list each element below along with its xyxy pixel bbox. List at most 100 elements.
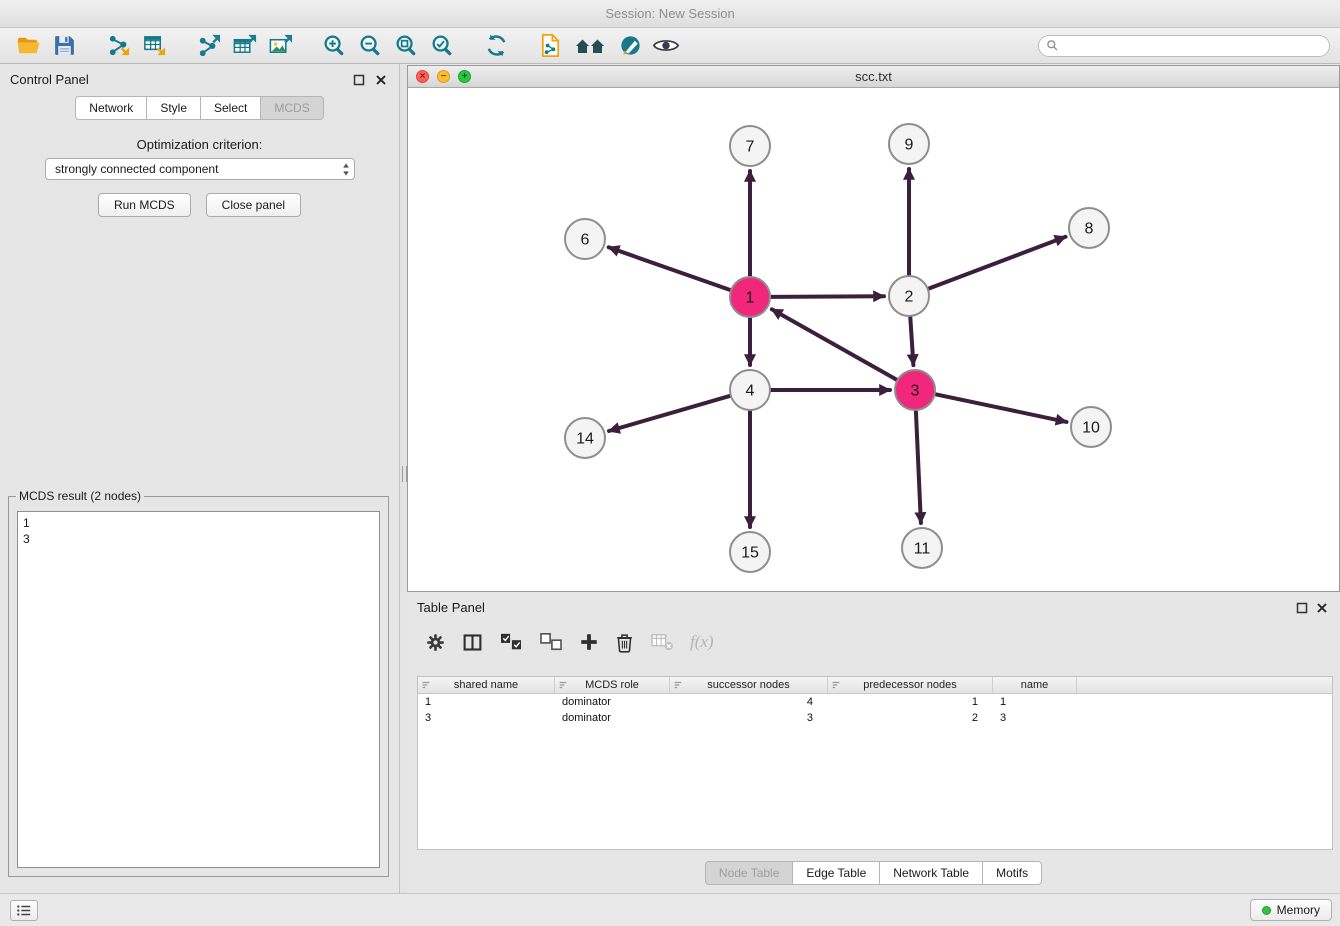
cell-name[interactable]: 1: [993, 694, 1077, 710]
mcds-result-list[interactable]: 1 3: [17, 511, 380, 868]
status-bar: Memory: [0, 893, 1340, 926]
tab-style[interactable]: Style: [147, 96, 201, 120]
first-neighbors-icon[interactable]: [568, 31, 612, 61]
graph-edge-3-11[interactable]: [916, 411, 921, 523]
network-graph[interactable]: 7968124314101511: [408, 88, 1339, 591]
open-file-icon[interactable]: [10, 31, 46, 61]
zoom-fit-icon[interactable]: [388, 31, 424, 61]
window-close-icon[interactable]: ×: [416, 70, 429, 83]
window-minimize-icon[interactable]: −: [437, 70, 450, 83]
apply-style-icon[interactable]: [612, 31, 648, 61]
export-table-icon[interactable]: [226, 31, 262, 61]
graph-node-label: 6: [581, 232, 590, 249]
graph-edge-2-3[interactable]: [910, 317, 913, 365]
add-column-icon[interactable]: [579, 632, 599, 652]
graph-node-label: 1: [746, 290, 755, 307]
graph-node-label: 7: [746, 139, 755, 156]
close-panel-button[interactable]: Close panel: [206, 193, 301, 217]
mcds-result-item[interactable]: 3: [23, 531, 374, 547]
select-all-rows-icon[interactable]: [499, 632, 523, 652]
cell-shared-name[interactable]: 3: [418, 710, 555, 726]
search-field[interactable]: [1038, 35, 1330, 57]
network-window-titlebar[interactable]: × − + scc.txt: [408, 66, 1339, 88]
column-header-shared-name[interactable]: shared name: [418, 677, 555, 693]
column-header-mcds-role[interactable]: MCDS role: [555, 677, 670, 693]
graph-edge-1-2[interactable]: [771, 296, 884, 297]
panel-splitter[interactable]: [400, 64, 407, 893]
cell-shared-name[interactable]: 1: [418, 694, 555, 710]
import-table-icon[interactable]: [136, 31, 172, 61]
graph-node-label: 15: [741, 545, 759, 562]
zoom-in-icon[interactable]: [316, 31, 352, 61]
column-visibility-icon[interactable]: [462, 632, 483, 653]
criterion-dropdown[interactable]: strongly connected component: [45, 158, 355, 180]
export-image-icon[interactable]: [262, 31, 298, 61]
control-panel-title: Control Panel: [10, 72, 89, 87]
mcds-result-item[interactable]: 1: [23, 515, 374, 531]
save-session-icon[interactable]: [46, 31, 82, 61]
graph-node-label: 14: [576, 431, 594, 448]
node-table: shared name MCDS role successor nodes pr…: [417, 676, 1333, 850]
memory-button[interactable]: Memory: [1250, 899, 1332, 921]
close-panel-icon[interactable]: [375, 73, 387, 85]
column-header-predecessor-nodes[interactable]: predecessor nodes: [828, 677, 993, 693]
tab-edge-table[interactable]: Edge Table: [793, 861, 880, 885]
float-table-panel-icon[interactable]: [1296, 601, 1308, 613]
optimization-criterion-label: Optimization criterion:: [0, 137, 399, 152]
tab-network-table[interactable]: Network Table: [880, 861, 983, 885]
network-window-title: scc.txt: [855, 69, 892, 84]
mcds-result-title: MCDS result (2 nodes): [16, 489, 144, 503]
table-settings-icon[interactable]: [425, 632, 446, 653]
graph-edge-3-1[interactable]: [772, 309, 897, 379]
cell-predecessor-nodes[interactable]: 2: [828, 710, 993, 726]
zoom-out-icon[interactable]: [352, 31, 388, 61]
graph-node-label: 8: [1085, 221, 1094, 238]
tab-mcds[interactable]: MCDS: [261, 96, 323, 120]
table-panel-tabs: Node Table Edge Table Network Table Moti…: [407, 861, 1340, 885]
export-network-icon[interactable]: [190, 31, 226, 61]
cell-name[interactable]: 3: [993, 710, 1077, 726]
graph-node-label: 10: [1082, 420, 1100, 437]
column-header-name[interactable]: name: [993, 677, 1077, 693]
delete-column-icon[interactable]: [615, 632, 634, 653]
tab-network[interactable]: Network: [75, 96, 147, 120]
sort-icon: [558, 680, 568, 693]
cell-mcds-role[interactable]: dominator: [555, 710, 670, 726]
tab-node-table[interactable]: Node Table: [705, 861, 794, 885]
close-table-panel-icon[interactable]: [1316, 601, 1328, 613]
graph-edge-4-14[interactable]: [609, 396, 730, 431]
zoom-selected-icon[interactable]: [424, 31, 460, 61]
graph-node-label: 2: [905, 289, 914, 306]
cell-mcds-role[interactable]: dominator: [555, 694, 670, 710]
graph-edge-1-6[interactable]: [609, 247, 731, 290]
window-zoom-icon[interactable]: +: [458, 70, 471, 83]
graph-edge-2-8[interactable]: [929, 237, 1066, 289]
table-panel: Table Panel f(x): [407, 592, 1340, 893]
network-canvas[interactable]: 7968124314101511: [408, 88, 1339, 591]
run-mcds-button[interactable]: Run MCDS: [98, 193, 191, 217]
table-toolbar: f(x): [425, 624, 714, 660]
search-icon: [1046, 39, 1059, 52]
show-hide-icon[interactable]: [648, 31, 684, 61]
graph-edge-3-10[interactable]: [936, 394, 1067, 422]
cell-successor-nodes[interactable]: 4: [670, 694, 828, 710]
delete-table-icon[interactable]: [650, 632, 674, 652]
table-row[interactable]: 3 dominator 3 2 3: [418, 710, 1332, 726]
import-network-icon[interactable]: [100, 31, 136, 61]
tab-select[interactable]: Select: [201, 96, 261, 120]
search-input[interactable]: [1059, 39, 1329, 53]
table-row[interactable]: 1 dominator 4 1 1: [418, 694, 1332, 710]
network-file-icon[interactable]: [532, 31, 568, 61]
show-panels-button[interactable]: [10, 900, 38, 921]
column-header-successor-nodes[interactable]: successor nodes: [670, 677, 828, 693]
function-builder-icon[interactable]: f(x): [690, 632, 714, 652]
control-panel-tabs: Network Style Select MCDS: [0, 96, 399, 120]
cell-successor-nodes[interactable]: 3: [670, 710, 828, 726]
float-panel-icon[interactable]: [353, 73, 365, 85]
cell-predecessor-nodes[interactable]: 1: [828, 694, 993, 710]
dropdown-arrows-icon: [341, 162, 351, 183]
refresh-icon[interactable]: [478, 31, 514, 61]
deselect-all-rows-icon[interactable]: [539, 632, 563, 652]
tab-motifs[interactable]: Motifs: [983, 861, 1042, 885]
sort-icon: [421, 680, 431, 693]
